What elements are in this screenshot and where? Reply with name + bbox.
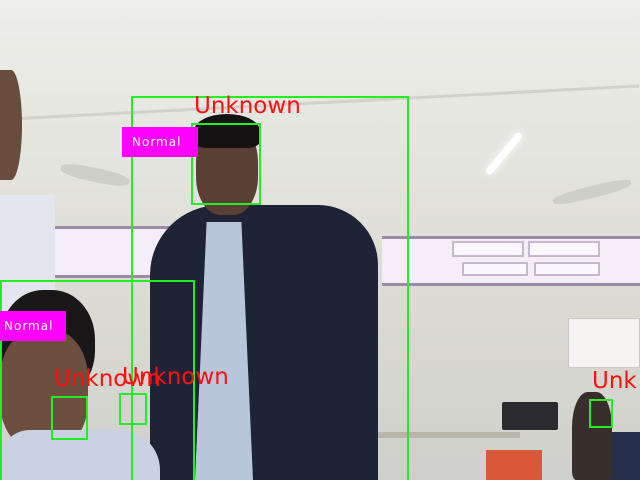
window-pane <box>534 262 600 276</box>
face-detection-box <box>119 393 147 425</box>
window-pane <box>462 262 528 276</box>
tube-light <box>484 131 524 176</box>
window-pane <box>452 241 524 257</box>
face-label-unknown: Unknown <box>194 93 301 119</box>
ceiling-fan-left <box>59 160 131 190</box>
red-chair <box>486 450 542 480</box>
face-label-unknown-clipped: Unk <box>592 368 637 394</box>
ceiling-fan-right <box>551 176 633 208</box>
status-tag-normal: Normal <box>122 127 198 157</box>
window-pane <box>528 241 600 257</box>
monitor <box>502 402 558 430</box>
left-person-face <box>0 70 22 180</box>
face-detection-box <box>589 399 613 428</box>
face-label-unknown: Unknown <box>122 364 229 390</box>
notice-board <box>568 318 640 368</box>
camera-frame: Unknown Normal Normal Unknown Unknown Un… <box>0 0 640 480</box>
status-tag-normal: Normal <box>0 311 66 341</box>
face-detection-box <box>191 123 261 205</box>
face-detection-box <box>51 396 88 440</box>
